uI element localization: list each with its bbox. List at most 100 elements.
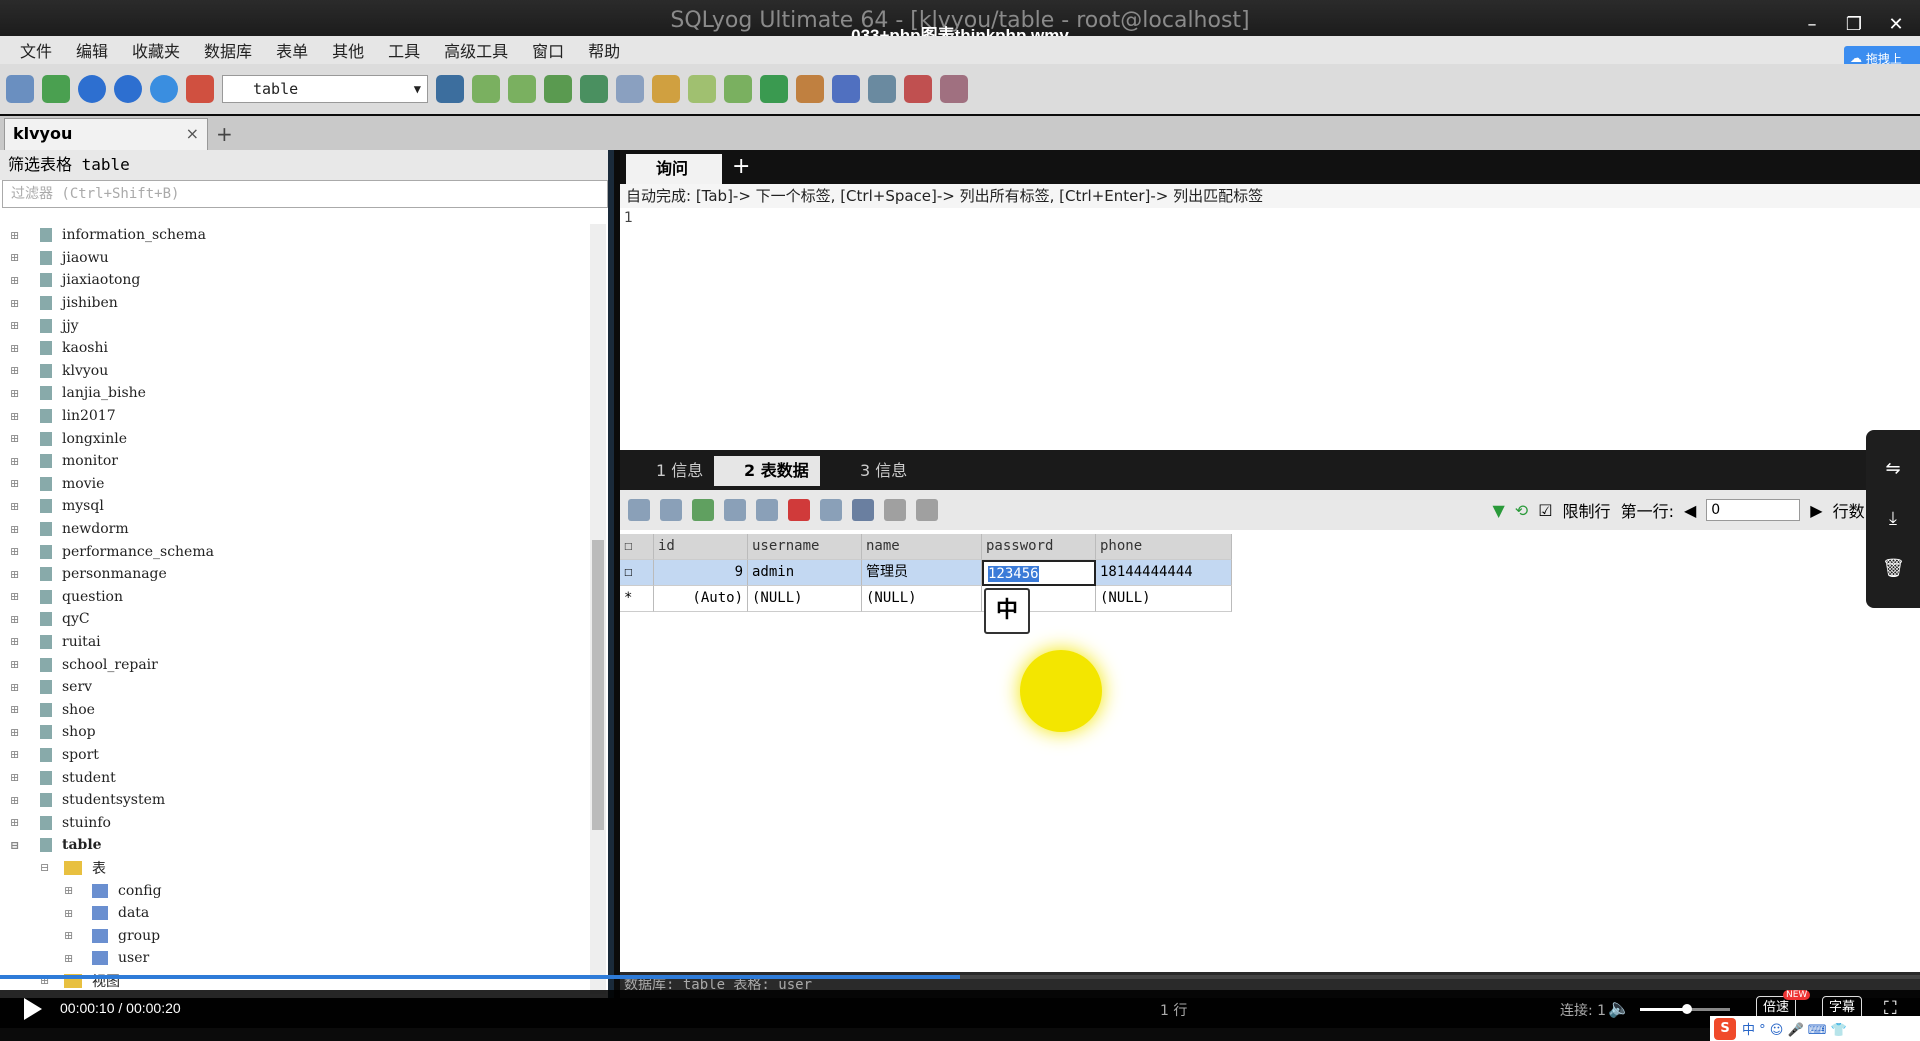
expand-icon[interactable]: ⊞ <box>10 748 24 761</box>
expand-icon[interactable]: ⊞ <box>10 364 24 377</box>
minimize-icon[interactable]: – <box>1800 14 1824 35</box>
expand-icon[interactable]: ⊞ <box>10 432 24 445</box>
expand-icon[interactable]: ⊟ <box>40 861 54 874</box>
add-query-tab-button[interactable]: + <box>732 154 750 179</box>
tree-item-database[interactable]: ⊞ movie <box>0 473 594 496</box>
expand-icon[interactable]: ⊞ <box>10 410 24 423</box>
volume-knob[interactable] <box>1682 1004 1692 1014</box>
expand-icon[interactable]: ⊞ <box>10 477 24 490</box>
expand-icon[interactable]: ⊞ <box>10 613 24 626</box>
close-icon[interactable]: ✕ <box>1884 14 1908 35</box>
cell-phone[interactable]: 18144444444 <box>1096 560 1232 586</box>
tree-item-database[interactable]: ⊞ ruitai <box>0 631 594 654</box>
duplicate-row-icon[interactable] <box>724 499 746 521</box>
monitor-icon[interactable] <box>868 75 896 103</box>
add-connection-tab-button[interactable]: + <box>216 122 233 146</box>
ime-mode-icon[interactable]: 中 ° ☺ 🎤 ⌨ 👕 <box>1742 1019 1847 1038</box>
connection-tab[interactable]: klvyou × <box>4 118 208 150</box>
export-data-icon[interactable] <box>628 499 650 521</box>
menu-tools[interactable]: 工具 <box>376 38 432 62</box>
expand-icon[interactable]: ⊞ <box>10 703 24 716</box>
import-data-icon[interactable] <box>660 499 682 521</box>
expand-icon[interactable]: ⊞ <box>10 681 24 694</box>
menu-database[interactable]: 数据库 <box>192 38 264 62</box>
column-header[interactable]: phone <box>1096 534 1232 560</box>
tree-item-table[interactable]: ⊞ data <box>0 902 594 925</box>
expand-icon[interactable]: ⊞ <box>10 726 24 739</box>
database-select[interactable]: table ▼ <box>222 75 428 103</box>
expand-icon[interactable]: ⊞ <box>64 907 78 920</box>
tab-messages[interactable]: 1 信息 <box>626 456 706 486</box>
schema-icon[interactable] <box>186 75 214 103</box>
expand-icon[interactable]: ⊞ <box>10 319 24 332</box>
tree-item-database[interactable]: ⊞ question <box>0 586 594 609</box>
expand-icon[interactable]: ⊞ <box>64 884 78 897</box>
expand-icon[interactable]: ⊞ <box>10 274 24 287</box>
sync-icon[interactable] <box>580 75 608 103</box>
tree-item-database[interactable]: ⊞ newdorm <box>0 518 594 541</box>
filter-icon[interactable]: ▼ <box>1492 501 1504 520</box>
delete-icon[interactable] <box>788 499 810 521</box>
first-row-input[interactable]: 0 <box>1706 499 1801 521</box>
table-icon[interactable] <box>616 75 644 103</box>
column-header[interactable]: password <box>982 534 1096 560</box>
tree-item-database[interactable]: ⊞ jiaxiaotong <box>0 269 594 292</box>
tree-item-database[interactable]: ⊞ studentsystem <box>0 789 594 812</box>
volume-slider[interactable] <box>1640 1004 1730 1014</box>
close-tab-icon[interactable]: × <box>186 119 199 149</box>
cell-id[interactable]: (Auto) <box>654 586 748 612</box>
scrollbar-thumb[interactable] <box>592 540 604 830</box>
cell-name[interactable]: 管理员 <box>862 560 982 586</box>
menu-file[interactable]: 文件 <box>8 38 64 62</box>
expand-icon[interactable]: ⊞ <box>10 455 24 468</box>
cell-name[interactable]: (NULL) <box>862 586 982 612</box>
tree-item-database[interactable]: ⊞ performance_schema <box>0 540 594 563</box>
tree-item-database[interactable]: ⊞ jjy <box>0 314 594 337</box>
delete-icon[interactable]: 🗑 <box>1882 558 1905 580</box>
restore-icon[interactable]: ❐ <box>1842 14 1866 35</box>
tree-item-database-active[interactable]: ⊟ table <box>0 834 594 857</box>
tree-item-database[interactable]: ⊞ klvyou <box>0 360 594 383</box>
tab-info[interactable]: 3 信息 <box>830 456 930 486</box>
tree-item-database[interactable]: ⊞ mysql <box>0 495 594 518</box>
expand-icon[interactable]: ⊞ <box>10 771 24 784</box>
expand-icon[interactable]: ⊞ <box>10 523 24 536</box>
limit-checkbox[interactable]: ☑ <box>1538 501 1552 520</box>
tree-item-table[interactable]: ⊞ group <box>0 924 594 947</box>
tree-item-database[interactable]: ⊞ student <box>0 766 594 789</box>
tree-item-table[interactable]: ⊞ user <box>0 947 594 970</box>
expand-icon[interactable]: ⊞ <box>10 297 24 310</box>
menu-favorites[interactable]: 收藏夹 <box>120 38 192 62</box>
cell-id[interactable]: 9 <box>654 560 748 586</box>
cancel-icon[interactable] <box>820 499 842 521</box>
tree-item-database[interactable]: ⊞ shop <box>0 721 594 744</box>
tree-item-database[interactable]: ⊞ school_repair <box>0 653 594 676</box>
share-icon[interactable]: ⇋ <box>1882 458 1904 480</box>
reset-filter-icon[interactable]: ⟲ <box>1515 501 1528 520</box>
compare-icon[interactable] <box>760 75 788 103</box>
expand-icon[interactable]: ⊞ <box>10 568 24 581</box>
menu-advanced-tools[interactable]: 高级工具 <box>432 38 520 62</box>
execute-query-icon[interactable] <box>78 75 106 103</box>
download-icon[interactable]: ⤓ <box>1882 508 1904 530</box>
menu-table[interactable]: 表单 <box>264 38 320 62</box>
tree-item-database[interactable]: ⊞ shoe <box>0 698 594 721</box>
tree-item-database[interactable]: ⊞ monitor <box>0 450 594 473</box>
table-row-new[interactable]: * (Auto) (NULL) (NULL) (NULL) <box>620 586 1234 612</box>
tree-item-database[interactable]: ⊞ information_schema <box>0 224 594 247</box>
expand-icon[interactable]: ⊞ <box>10 545 24 558</box>
user-manager-icon[interactable] <box>436 75 464 103</box>
video-seek-bar[interactable] <box>0 975 1920 979</box>
report-icon[interactable] <box>904 75 932 103</box>
tree-item-database[interactable]: ⊞ qyC <box>0 608 594 631</box>
grid-icon[interactable] <box>940 75 968 103</box>
expand-icon[interactable]: ⊞ <box>10 816 24 829</box>
menu-window[interactable]: 窗口 <box>520 38 576 62</box>
cell-password-editing[interactable]: 123456 <box>982 560 1096 586</box>
query-editor[interactable]: 1 <box>620 208 1920 438</box>
expand-icon[interactable]: ⊞ <box>10 342 24 355</box>
column-header[interactable]: username <box>748 534 862 560</box>
expand-icon[interactable]: ⊞ <box>10 251 24 264</box>
tree-folder-views[interactable]: ⊞ 视图 <box>0 970 594 993</box>
form-view-icon[interactable] <box>884 499 906 521</box>
